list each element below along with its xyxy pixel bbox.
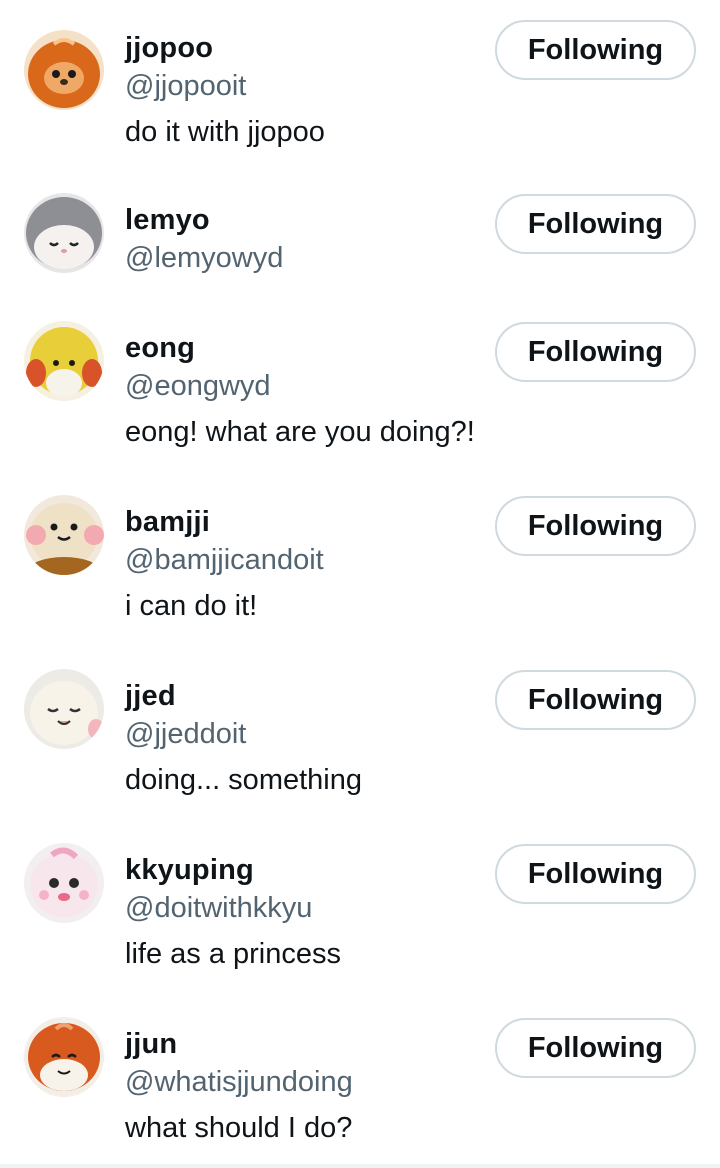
following-list: jjopoo @jjopooit do it with jjopoo Follo… bbox=[0, 0, 720, 1168]
account-bio: life as a princess bbox=[125, 938, 341, 970]
following-button[interactable]: Following bbox=[495, 496, 696, 556]
orange-plush-avatar-icon[interactable] bbox=[24, 30, 104, 110]
account-handle[interactable]: @whatisjjundoing bbox=[125, 1064, 353, 1100]
cream-bear-plush-avatar-icon[interactable] bbox=[24, 495, 104, 575]
account-handle[interactable]: @doitwithkkyu bbox=[125, 890, 312, 926]
gray-cat-plush-avatar-icon[interactable] bbox=[24, 193, 104, 273]
orange-fox-plush-avatar-icon[interactable] bbox=[24, 1017, 104, 1097]
white-plush-avatar-icon[interactable] bbox=[24, 669, 104, 749]
account-name[interactable]: bamjji bbox=[125, 504, 210, 540]
account-handle[interactable]: @eongwyd bbox=[125, 368, 271, 404]
list-item[interactable]: jjed @jjeddoit doing... something Follow… bbox=[0, 669, 720, 852]
bottom-divider bbox=[0, 1164, 720, 1168]
list-item[interactable]: kkyuping @doitwithkkyu life as a princes… bbox=[0, 843, 720, 1026]
account-handle[interactable]: @bamjjicandoit bbox=[125, 542, 324, 578]
yellow-lion-plush-avatar-icon[interactable] bbox=[24, 321, 104, 401]
list-item[interactable]: eong @eongwyd eong! what are you doing?!… bbox=[0, 321, 720, 504]
account-name[interactable]: kkyuping bbox=[125, 852, 254, 888]
account-bio: doing... something bbox=[125, 764, 362, 796]
list-item[interactable]: jjun @whatisjjundoing what should I do? … bbox=[0, 1017, 720, 1168]
pink-plush-avatar-icon[interactable] bbox=[24, 843, 104, 923]
following-button[interactable]: Following bbox=[495, 1018, 696, 1078]
following-button[interactable]: Following bbox=[495, 20, 696, 80]
account-name[interactable]: lemyo bbox=[125, 202, 210, 238]
account-bio: what should I do? bbox=[125, 1112, 353, 1144]
following-button[interactable]: Following bbox=[495, 670, 696, 730]
account-bio: do it with jjopoo bbox=[125, 116, 325, 148]
account-bio: i can do it! bbox=[125, 590, 258, 622]
account-handle[interactable]: @jjeddoit bbox=[125, 716, 246, 752]
account-name[interactable]: jjopoo bbox=[125, 30, 213, 66]
account-name[interactable]: jjun bbox=[125, 1026, 177, 1062]
account-handle[interactable]: @jjopooit bbox=[125, 68, 246, 104]
account-name[interactable]: jjed bbox=[125, 678, 176, 714]
account-name[interactable]: eong bbox=[125, 330, 195, 366]
following-button[interactable]: Following bbox=[495, 844, 696, 904]
list-item[interactable]: jjopoo @jjopooit do it with jjopoo Follo… bbox=[0, 20, 720, 204]
list-item[interactable]: bamjji @bamjjicandoit i can do it! Follo… bbox=[0, 495, 720, 678]
account-bio: eong! what are you doing?! bbox=[125, 416, 475, 448]
following-button[interactable]: Following bbox=[495, 322, 696, 382]
following-button[interactable]: Following bbox=[495, 194, 696, 254]
account-handle[interactable]: @lemyowyd bbox=[125, 240, 283, 276]
